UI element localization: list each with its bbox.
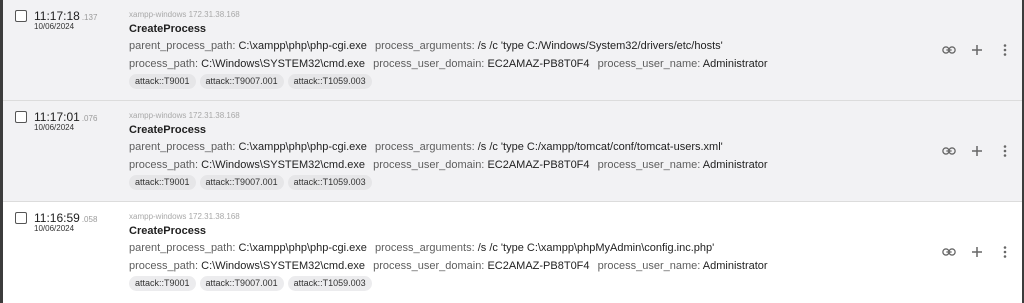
event-content: xampp-windows 172.31.38.168 CreateProces… xyxy=(129,10,889,89)
event-content: xampp-windows 172.31.38.168 CreateProces… xyxy=(129,212,889,291)
event-date: 10/06/2024 xyxy=(34,123,75,132)
field-key-process-path: process_path: xyxy=(129,159,199,171)
event-time: 11:17:01.076 xyxy=(34,110,97,124)
field-value-process-path[interactable]: C:\Windows\SYSTEM32\cmd.exe xyxy=(201,159,365,171)
field-value-parent-process-path[interactable]: C:\xampp\php\php-cgi.exe xyxy=(238,141,366,153)
field-value-process-user-domain[interactable]: EC2AMAZ-PB8T0F4 xyxy=(487,260,589,272)
tag-chip[interactable]: attack::T9001 xyxy=(129,74,196,89)
more-vert-icon[interactable] xyxy=(998,43,1012,57)
link-icon[interactable] xyxy=(942,43,956,57)
field-value-process-user-name[interactable]: Administrator xyxy=(703,58,768,70)
field-value-process-user-domain[interactable]: EC2AMAZ-PB8T0F4 xyxy=(487,58,589,70)
field-value-process-path[interactable]: C:\Windows\SYSTEM32\cmd.exe xyxy=(201,260,365,272)
event-row[interactable]: 11:17:18.137 10/06/2024 xampp-windows 17… xyxy=(3,0,1022,101)
field-value-process-arguments[interactable]: /s /c 'type C:/xampp/tomcat/conf/tomcat-… xyxy=(478,141,723,153)
field-key-process-arguments: process_arguments: xyxy=(374,40,475,52)
event-tags: attack::T9001 attack::T9007.001 attack::… xyxy=(129,175,889,190)
field-key-process-path: process_path: xyxy=(129,58,199,70)
field-value-parent-process-path[interactable]: C:\xampp\php\php-cgi.exe xyxy=(238,242,366,254)
event-time-ms: .137 xyxy=(81,13,98,22)
event-time-hms: 11:17:18 xyxy=(34,9,80,23)
field-value-process-user-name[interactable]: Administrator xyxy=(703,159,768,171)
event-host: xampp-windows 172.31.38.168 xyxy=(129,212,240,221)
field-key-process-user-name: process_user_name: xyxy=(597,159,701,171)
event-row[interactable]: 11:17:01.076 10/06/2024 xampp-windows 17… xyxy=(3,101,1022,202)
field-key-parent-process-path: parent_process_path: xyxy=(129,242,236,254)
field-key-parent-process-path: parent_process_path: xyxy=(129,141,236,153)
row-select-checkbox[interactable] xyxy=(15,212,27,224)
row-actions xyxy=(942,43,1012,57)
field-value-process-user-domain[interactable]: EC2AMAZ-PB8T0F4 xyxy=(487,159,589,171)
event-tags: attack::T9001 attack::T9007.001 attack::… xyxy=(129,276,889,291)
event-fields: parent_process_path: C:\xampp\php\php-cg… xyxy=(129,37,889,73)
event-time-ms: .058 xyxy=(81,215,98,224)
field-value-process-user-name[interactable]: Administrator xyxy=(703,260,768,272)
event-time-hms: 11:16:59 xyxy=(34,211,80,225)
event-name: CreateProcess xyxy=(129,225,207,237)
tag-chip[interactable]: attack::T9007.001 xyxy=(199,276,284,291)
field-key-parent-process-path: parent_process_path: xyxy=(129,40,236,52)
row-select-checkbox[interactable] xyxy=(15,10,27,22)
event-tags: attack::T9001 attack::T9007.001 attack::… xyxy=(129,74,889,89)
event-time: 11:17:18.137 xyxy=(34,9,97,23)
event-row[interactable]: 11:16:59.058 10/06/2024 xampp-windows 17… xyxy=(3,202,1022,303)
link-icon[interactable] xyxy=(942,144,956,158)
tag-chip[interactable]: attack::T1059.003 xyxy=(287,276,372,291)
tag-chip[interactable]: attack::T9001 xyxy=(129,175,196,190)
event-date: 10/06/2024 xyxy=(34,22,75,31)
field-key-process-user-domain: process_user_domain: xyxy=(373,159,485,171)
plus-icon[interactable] xyxy=(970,144,984,158)
row-actions xyxy=(942,245,1012,259)
event-date: 10/06/2024 xyxy=(34,224,75,233)
field-key-process-user-domain: process_user_domain: xyxy=(373,58,485,70)
event-time-ms: .076 xyxy=(81,114,98,123)
tag-chip[interactable]: attack::T1059.003 xyxy=(287,74,372,89)
tag-chip[interactable]: attack::T9007.001 xyxy=(199,175,284,190)
event-fields: parent_process_path: C:\xampp\php\php-cg… xyxy=(129,239,889,275)
event-time-hms: 11:17:01 xyxy=(34,110,80,124)
event-content: xampp-windows 172.31.38.168 CreateProces… xyxy=(129,111,889,190)
field-key-process-path: process_path: xyxy=(129,260,199,272)
link-icon[interactable] xyxy=(942,245,956,259)
more-vert-icon[interactable] xyxy=(998,144,1012,158)
field-value-process-arguments[interactable]: /s /c 'type C:/Windows/System32/drivers/… xyxy=(478,40,723,52)
field-key-process-arguments: process_arguments: xyxy=(374,242,475,254)
tag-chip[interactable]: attack::T9001 xyxy=(129,276,196,291)
field-value-process-path[interactable]: C:\Windows\SYSTEM32\cmd.exe xyxy=(201,58,365,70)
field-key-process-user-name: process_user_name: xyxy=(597,260,701,272)
event-name: CreateProcess xyxy=(129,23,207,35)
field-value-parent-process-path[interactable]: C:\xampp\php\php-cgi.exe xyxy=(238,40,366,52)
tag-chip[interactable]: attack::T9007.001 xyxy=(199,74,284,89)
event-host: xampp-windows 172.31.38.168 xyxy=(129,111,240,120)
tag-chip[interactable]: attack::T1059.003 xyxy=(287,175,372,190)
row-select-checkbox[interactable] xyxy=(15,111,27,123)
field-key-process-user-domain: process_user_domain: xyxy=(373,260,485,272)
event-fields: parent_process_path: C:\xampp\php\php-cg… xyxy=(129,138,889,174)
event-name: CreateProcess xyxy=(129,124,207,136)
row-actions xyxy=(942,144,1012,158)
plus-icon[interactable] xyxy=(970,245,984,259)
field-key-process-user-name: process_user_name: xyxy=(597,58,701,70)
event-time: 11:16:59.058 xyxy=(34,211,97,225)
plus-icon[interactable] xyxy=(970,43,984,57)
event-host: xampp-windows 172.31.38.168 xyxy=(129,10,240,19)
more-vert-icon[interactable] xyxy=(998,245,1012,259)
field-value-process-arguments[interactable]: /s /c 'type C:\xampp\phpMyAdmin\config.i… xyxy=(478,242,715,254)
field-key-process-arguments: process_arguments: xyxy=(374,141,475,153)
